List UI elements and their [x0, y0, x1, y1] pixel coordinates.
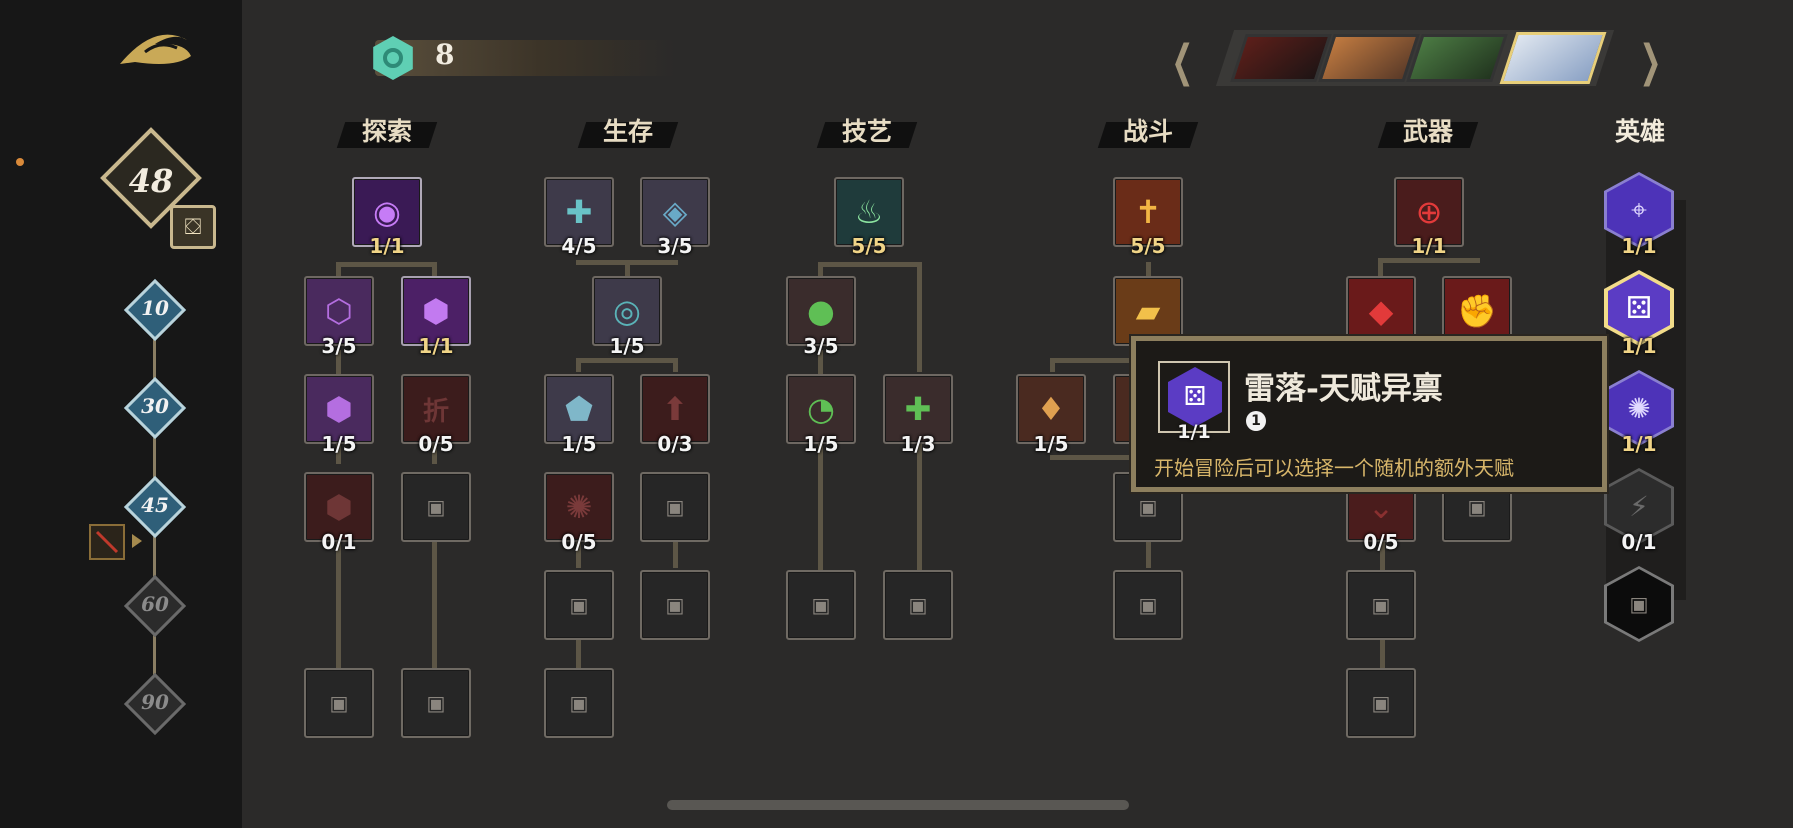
- lock-icon: ▣: [1607, 569, 1671, 639]
- lock-icon: ▣: [1371, 691, 1391, 715]
- currency-amount: 8: [435, 38, 455, 71]
- talent-count: 1/5: [321, 432, 357, 456]
- talent-screen: 48 ⛋ 10 30 45 60 90 8 ❮ ❯ 探索 生存 技艺 战斗 武器…: [0, 0, 1793, 828]
- lock-icon: ▣: [665, 593, 685, 617]
- treasure-icon[interactable]: ⛋: [170, 205, 216, 249]
- fist-icon: ✊: [1457, 292, 1497, 330]
- horizontal-scrollbar[interactable]: [667, 800, 1129, 810]
- lock-icon: ▣: [569, 691, 589, 715]
- category-survive[interactable]: 生存: [577, 114, 679, 150]
- lock-icon: ▣: [811, 593, 831, 617]
- hero-portrait-1[interactable]: [1230, 34, 1332, 82]
- lock-icon: ▣: [329, 691, 349, 715]
- tooltip-count: 1/1: [1177, 421, 1211, 443]
- talent-count: 1/5: [1033, 432, 1069, 456]
- milestone-90-label: 90: [141, 690, 169, 714]
- talent-count: 0/5: [1363, 530, 1399, 554]
- milestone-30-label: 30: [141, 394, 169, 418]
- locked-slot[interactable]: ▣: [883, 570, 953, 640]
- currency-bar: [375, 40, 675, 76]
- lock-icon: ▣: [1138, 593, 1158, 617]
- talent-count: 1/1: [1621, 234, 1657, 258]
- hero-portrait-4-selected[interactable]: [1499, 32, 1607, 84]
- talent-count: 0/1: [321, 530, 357, 554]
- talent-count: 1/1: [418, 334, 454, 358]
- dice-icon: ⚄: [1608, 274, 1670, 342]
- chest-icon: ▰: [1135, 292, 1161, 330]
- category-weapon[interactable]: 武器: [1377, 114, 1479, 150]
- prev-hero-arrow-icon[interactable]: ❮: [1171, 36, 1193, 87]
- next-hero-arrow-icon[interactable]: ❯: [1639, 36, 1661, 87]
- category-explore[interactable]: 探索: [336, 114, 438, 150]
- dice-icon: ⚄: [1168, 367, 1222, 427]
- milestone-60-label: 60: [141, 592, 169, 616]
- category-combat[interactable]: 战斗: [1097, 114, 1199, 150]
- talent-count: 0/5: [561, 530, 597, 554]
- locked-slot[interactable]: ▣: [304, 668, 374, 738]
- category-hero[interactable]: 英雄: [1600, 114, 1680, 150]
- play-arrow-icon: [132, 534, 142, 548]
- talent-count: 4/5: [561, 234, 597, 258]
- talent-count: 5/5: [1130, 234, 1166, 258]
- locked-slot[interactable]: ▣: [640, 472, 710, 542]
- locked-slot[interactable]: ▣: [401, 472, 471, 542]
- lock-icon: ▣: [426, 495, 446, 519]
- sword-icon[interactable]: [89, 524, 125, 560]
- locked-slot[interactable]: ▣: [401, 668, 471, 738]
- lock-icon: ▣: [665, 495, 685, 519]
- rune-icon: ◆: [1368, 292, 1394, 330]
- milestone-45-label: 45: [141, 493, 169, 517]
- player-level: 48: [128, 162, 174, 200]
- locked-slot[interactable]: ▣: [640, 570, 710, 640]
- category-skill[interactable]: 技艺: [816, 114, 918, 150]
- locked-slot[interactable]: ▣: [1346, 668, 1416, 738]
- lock-icon: ▣: [569, 593, 589, 617]
- talent-count: 3/5: [657, 234, 693, 258]
- talent-count: 1/5: [803, 432, 839, 456]
- milestone-10-label: 10: [141, 296, 169, 320]
- hero-portrait-3[interactable]: [1406, 34, 1508, 82]
- talent-count: 1/1: [1621, 432, 1657, 456]
- tooltip-description: 开始冒险后可以选择一个随机的额外天赋: [1154, 456, 1514, 480]
- talent-count: 1/3: [900, 432, 936, 456]
- left-sidebar: [0, 0, 242, 828]
- talent-count: 1/1: [369, 234, 405, 258]
- talent-count: 1/1: [1411, 234, 1447, 258]
- lock-icon: ▣: [426, 691, 446, 715]
- locked-slot[interactable]: ▣: [1346, 570, 1416, 640]
- talent-count: 0/1: [1621, 530, 1657, 554]
- game-logo[interactable]: [115, 22, 195, 72]
- talent-count: 0/5: [418, 432, 454, 456]
- talent-count: 3/5: [803, 334, 839, 358]
- talent-count: 1/1: [1621, 334, 1657, 358]
- talent-count: 5/5: [851, 234, 887, 258]
- talent-tooltip: ⚄ 1/1 雷落-天赋异禀 1 开始冒险后可以选择一个随机的额外天赋: [1131, 336, 1607, 492]
- locked-slot[interactable]: ▣: [544, 668, 614, 738]
- lock-icon: ▣: [908, 593, 928, 617]
- talent-count: 1/5: [609, 334, 645, 358]
- talent-count: 1/5: [561, 432, 597, 456]
- tooltip-level-badge: 1: [1246, 411, 1266, 431]
- notification-dot: [16, 158, 24, 166]
- locked-slot[interactable]: ▣: [786, 570, 856, 640]
- locked-slot[interactable]: ▣: [544, 570, 614, 640]
- hero-portrait-2[interactable]: [1318, 34, 1420, 82]
- locked-slot[interactable]: ▣: [1113, 570, 1183, 640]
- talent-count: 3/5: [321, 334, 357, 358]
- lock-icon: ▣: [1371, 593, 1391, 617]
- talent-count: 0/3: [657, 432, 693, 456]
- tooltip-title: 雷落-天赋异禀: [1244, 371, 1443, 407]
